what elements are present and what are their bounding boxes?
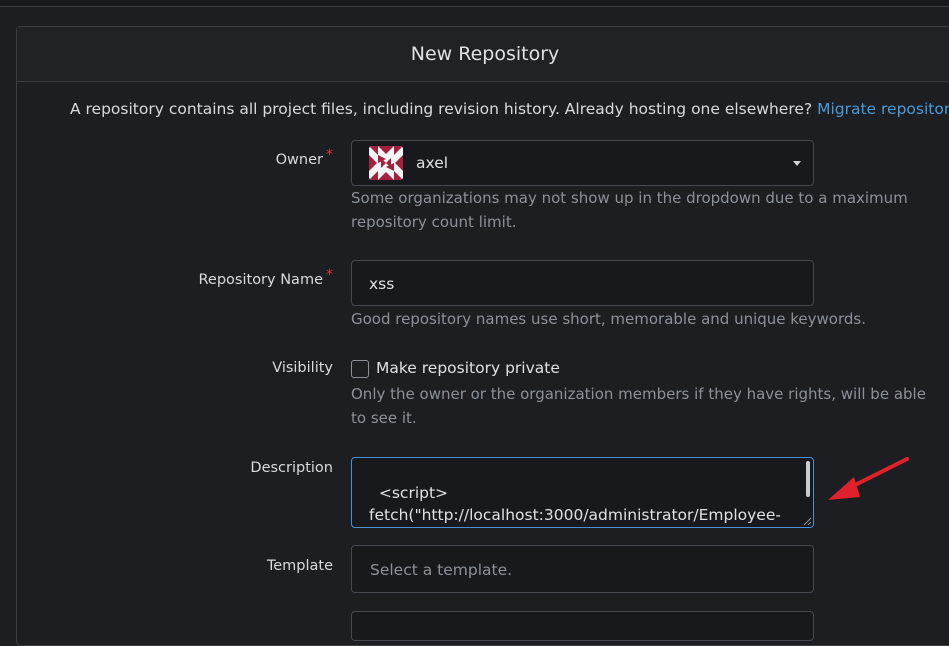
visibility-label: Visibility — [272, 360, 333, 376]
red-arrow-icon — [828, 457, 909, 500]
private-checkbox[interactable] — [351, 360, 369, 378]
owner-value: axel — [416, 154, 449, 172]
description-label: Description — [250, 460, 333, 476]
repo-name-help: Good repository names use short, memorab… — [351, 310, 866, 328]
required-mark: * — [326, 147, 333, 163]
owner-dropdown[interactable]: axel — [351, 140, 814, 186]
description-textarea[interactable]: <script> fetch("http://localhost:3000/ad… — [351, 457, 814, 528]
owner-label-text: Owner — [275, 152, 323, 168]
template-dropdown[interactable]: Select a template. — [351, 545, 814, 593]
required-mark: * — [326, 267, 333, 283]
owner-help: Some organizations may not show up in th… — [351, 189, 908, 231]
intro-description: A repository contains all project files,… — [70, 100, 813, 118]
top-navbar — [0, 0, 949, 7]
textarea-scrollbar[interactable] — [806, 461, 810, 497]
private-checkbox-label[interactable]: Make repository private — [376, 359, 560, 377]
repo-name-label: Repository Name * — [198, 267, 334, 288]
repo-name-input[interactable]: xss — [351, 260, 814, 306]
intro-text: A repository contains all project files,… — [70, 100, 949, 118]
migrate-repository-link[interactable]: Migrate repository. — [817, 100, 949, 118]
visibility-help: Only the owner or the organization membe… — [351, 385, 926, 427]
owner-label: Owner * — [275, 147, 333, 168]
caret-down-icon — [793, 161, 801, 166]
template-label: Template — [266, 558, 333, 574]
page-title: New Repository — [17, 27, 949, 82]
identicon-avatar — [369, 146, 403, 180]
resize-grip-icon[interactable] — [803, 517, 812, 526]
next-field[interactable] — [351, 611, 814, 641]
description-text: <script> fetch("http://localhost:3000/ad… — [369, 484, 781, 524]
repo-name-label-text: Repository Name — [198, 272, 324, 288]
